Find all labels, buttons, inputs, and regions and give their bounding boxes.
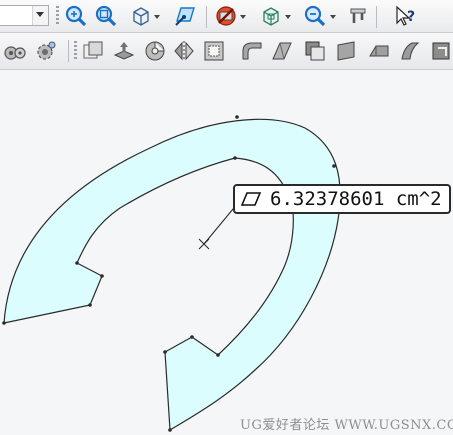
view-orientation-icon[interactable] xyxy=(129,4,153,28)
section-view-dropdown-icon[interactable] xyxy=(285,14,293,22)
graphics-viewport[interactable] xyxy=(0,70,453,435)
toolbar-grip[interactable] xyxy=(56,6,59,26)
mirror-icon[interactable] xyxy=(172,39,196,63)
sketch-plane-icon[interactable] xyxy=(173,4,197,28)
chamfer-icon[interactable] xyxy=(270,39,294,63)
hide-show-icon[interactable] xyxy=(214,4,238,28)
chevron-down-icon[interactable] xyxy=(32,6,48,25)
svg-text:?: ? xyxy=(407,9,415,25)
watermark-text: UG爱好者论坛 WWW.UGSNX.COM xyxy=(240,418,453,433)
toolbar-separator xyxy=(206,6,207,28)
zoom-options-icon[interactable] xyxy=(303,4,327,28)
surface-icon[interactable] xyxy=(398,39,422,63)
measure-calipers-icon[interactable] xyxy=(346,4,370,28)
area-measurement-value: 6.32378601 cm^2 xyxy=(270,188,442,210)
section-view-icon[interactable] xyxy=(259,4,283,28)
offset-face-icon[interactable] xyxy=(81,39,105,63)
view-toolbar: ? xyxy=(0,0,453,33)
toolbar-separator xyxy=(376,6,377,28)
fillet-icon[interactable] xyxy=(240,39,264,63)
zoom-window-icon[interactable] xyxy=(94,4,118,28)
extrude-boss-icon[interactable] xyxy=(112,39,136,63)
zoom-options-dropdown-icon[interactable] xyxy=(330,14,338,22)
toolbar-separator xyxy=(68,40,69,62)
selection-filter-combo[interactable] xyxy=(0,5,49,26)
zoom-fit-icon[interactable] xyxy=(64,4,88,28)
feature-toolbar xyxy=(0,33,453,70)
area-parallelogram-icon xyxy=(241,192,261,206)
rib-icon[interactable] xyxy=(303,39,327,63)
centroid-marker xyxy=(198,238,210,250)
cog-icon[interactable] xyxy=(34,39,58,63)
hide-show-dropdown-icon[interactable] xyxy=(240,14,248,22)
shell-icon[interactable] xyxy=(202,39,226,63)
area-measurement-tooltip: 6.32378601 cm^2 xyxy=(233,184,451,214)
sheet-icon[interactable] xyxy=(334,39,358,63)
help-query-icon[interactable]: ? xyxy=(394,4,418,28)
draft-icon[interactable] xyxy=(367,39,391,63)
split-icon[interactable] xyxy=(429,39,453,63)
toolbar-grip[interactable] xyxy=(74,41,77,61)
gears-icon[interactable] xyxy=(3,39,27,63)
view-orientation-dropdown-icon[interactable] xyxy=(154,14,162,22)
revolve-icon[interactable] xyxy=(143,39,167,63)
selected-face-region[interactable] xyxy=(3,118,341,431)
